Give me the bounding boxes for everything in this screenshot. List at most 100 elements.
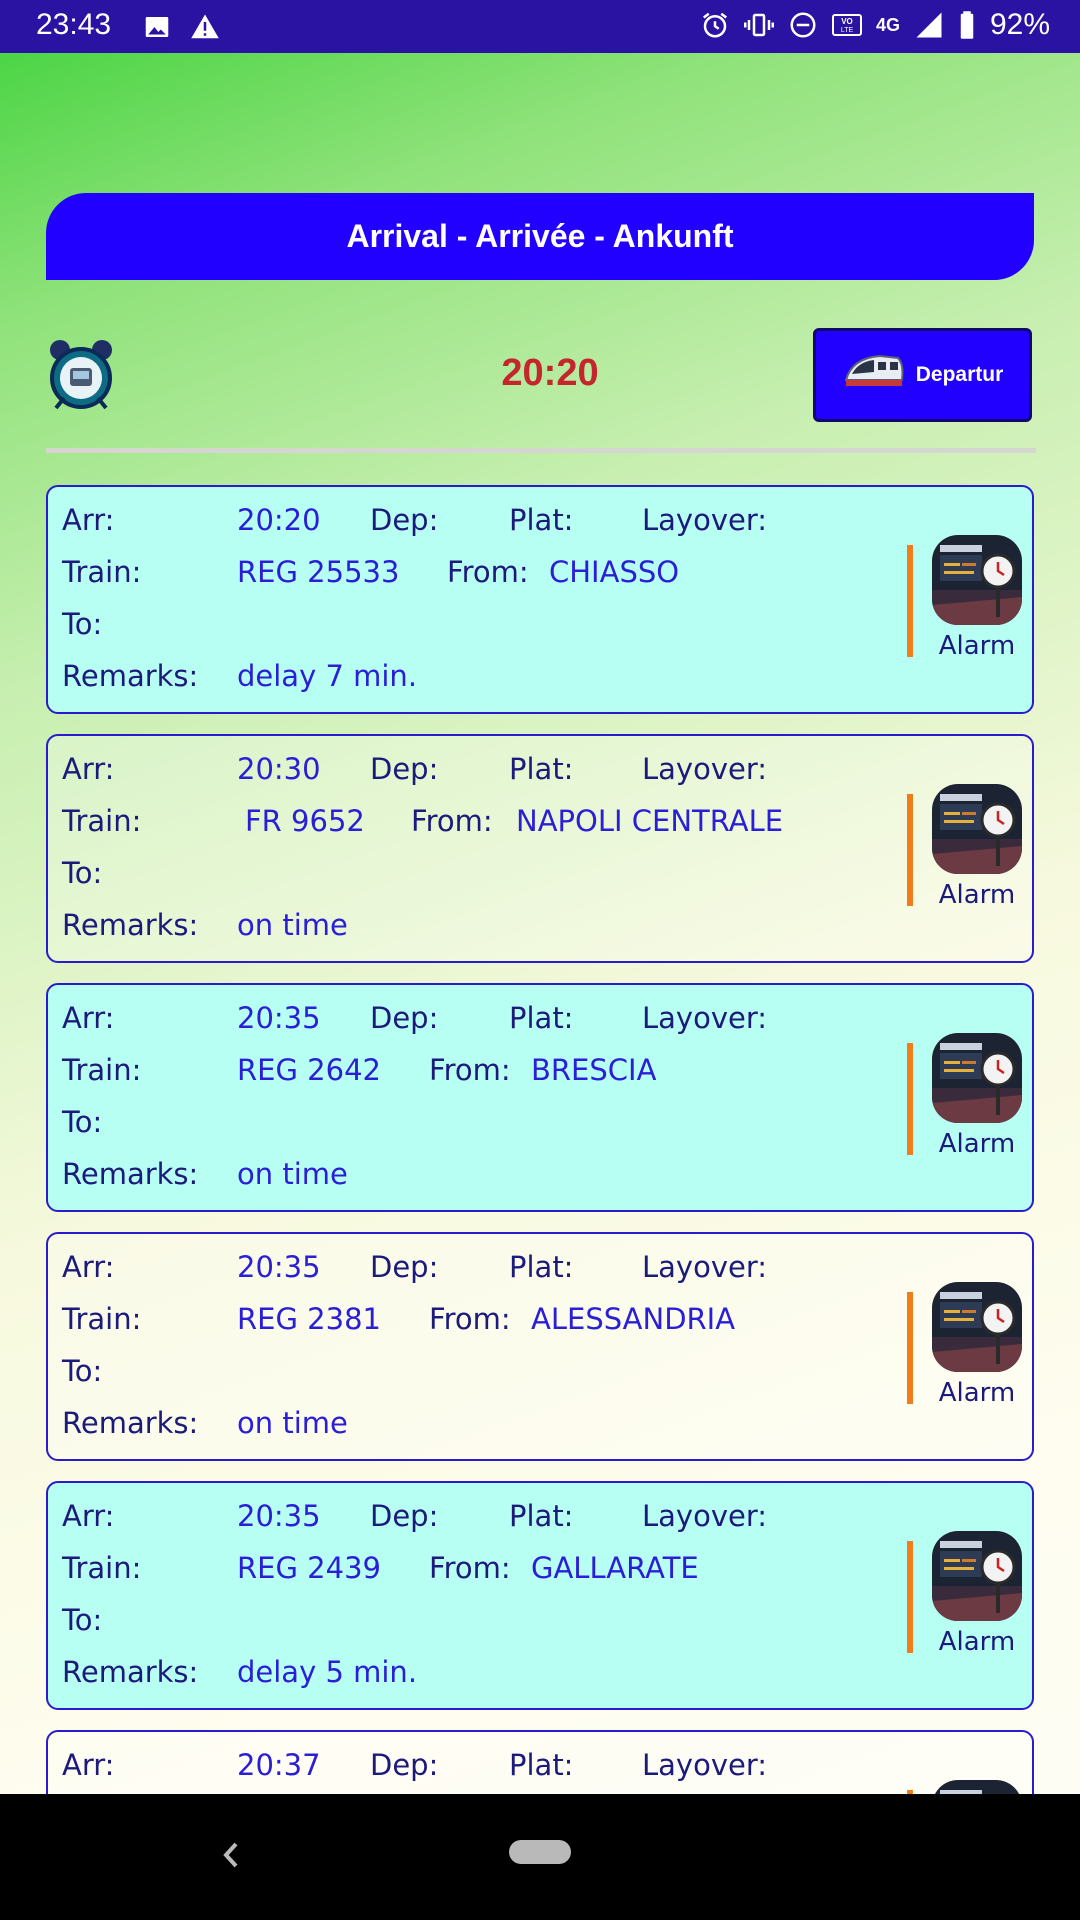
volte-icon: VO LTE: [831, 10, 862, 40]
plat-label: Plat:: [509, 752, 574, 786]
alarm-clock-icon[interactable]: [46, 338, 116, 412]
arrival-card[interactable]: Arr: 20:30 Dep: Plat: Layover: Train: FR 9652 F…: [46, 734, 1034, 963]
train-number: REG 25533: [237, 555, 400, 589]
back-icon[interactable]: [216, 1830, 246, 1880]
accent-bar: [907, 794, 913, 906]
to-label: To:: [62, 856, 103, 890]
train-label: Train:: [62, 804, 142, 838]
to-label: To:: [62, 1105, 103, 1139]
train-number: FR 9652: [245, 804, 365, 838]
from-label: From:: [447, 555, 529, 589]
arrival-card[interactable]: Arr: 20:35 Dep: Plat: Layover: Train: REG 2381…: [46, 1232, 1034, 1461]
home-pill-icon[interactable]: [509, 1840, 571, 1864]
dep-label: Dep:: [370, 752, 439, 786]
remarks-label: Remarks:: [62, 659, 199, 693]
dep-label: Dep:: [370, 1250, 439, 1284]
arr-label: Arr:: [62, 1250, 115, 1284]
svg-text:LTE: LTE: [841, 27, 854, 34]
arrivals-board-icon[interactable]: [932, 1531, 1022, 1621]
remarks-label: Remarks:: [62, 1655, 199, 1689]
svg-text:VO: VO: [841, 17, 853, 26]
arr-time: 20:37: [237, 1748, 321, 1782]
alarm-label[interactable]: Alarm: [932, 631, 1022, 661]
image-icon: [142, 12, 172, 42]
remarks-value: on time: [237, 908, 348, 942]
dep-label: Dep:: [370, 503, 439, 537]
alarm-label[interactable]: Alarm: [932, 880, 1022, 910]
arrivals-board-icon[interactable]: [932, 535, 1022, 625]
layover-label: Layover:: [642, 503, 768, 537]
accent-bar: [907, 1292, 913, 1404]
from-label: From:: [429, 1302, 511, 1336]
arrivals-board-icon[interactable]: [932, 1033, 1022, 1123]
accent-bar: [907, 1043, 913, 1155]
network-4g-icon: 4G: [875, 14, 900, 35]
train-label: Train:: [62, 555, 142, 589]
dep-label: Dep:: [370, 1499, 439, 1533]
arrival-card[interactable]: Arr: 20:35 Dep: Plat: Layover: Train: REG 2439…: [46, 1481, 1034, 1710]
arrivals-list[interactable]: Arr: 20:20 Dep: Plat: Layover: Train: REG 2553…: [46, 485, 1036, 1794]
departures-button-label: Departur: [915, 363, 1004, 386]
train-label: Train:: [62, 1302, 142, 1336]
from-station: NAPOLI CENTRALE: [516, 804, 784, 838]
arr-label: Arr:: [62, 503, 115, 537]
train-label: Train:: [62, 1053, 142, 1087]
alarm-label[interactable]: Alarm: [932, 1627, 1022, 1657]
remarks-label: Remarks:: [62, 1157, 199, 1191]
alarm-label[interactable]: Alarm: [932, 1378, 1022, 1408]
navigation-bar: [0, 1794, 1080, 1920]
arr-label: Arr:: [62, 1001, 115, 1035]
arrivals-board-icon[interactable]: [932, 1780, 1022, 1794]
signal-icon: [914, 10, 944, 40]
to-label: To:: [62, 607, 103, 641]
arrivals-board-icon[interactable]: [932, 784, 1022, 874]
arr-time: 20:35: [237, 1499, 321, 1533]
arrival-card[interactable]: Arr: 20:20 Dep: Plat: Layover: Train: REG 2553…: [46, 485, 1034, 714]
arr-label: Arr:: [62, 1748, 115, 1782]
page-title-banner: Arrival - Arrivée - Ankunft: [46, 193, 1034, 280]
layover-label: Layover:: [642, 1748, 768, 1782]
remarks-value: on time: [237, 1406, 348, 1440]
from-station: ALESSANDRIA: [531, 1302, 736, 1336]
arrival-card[interactable]: Arr:20:37Dep:Plat:Layover:Train:From:To:…: [46, 1730, 1034, 1794]
remarks-value: on time: [237, 1157, 348, 1191]
to-label: To:: [62, 1603, 103, 1637]
arr-label: Arr:: [62, 752, 115, 786]
train-number: REG 2439: [237, 1551, 381, 1585]
divider: [46, 448, 1036, 453]
warning-icon: [190, 12, 220, 42]
remarks-value: delay 7 min.: [237, 659, 418, 693]
arrival-card[interactable]: Arr: 20:35 Dep: Plat: Layover: Train: REG 2642…: [46, 983, 1034, 1212]
dep-label: Dep:: [370, 1001, 439, 1035]
remarks-value: delay 5 min.: [237, 1655, 418, 1689]
plat-label: Plat:: [509, 1001, 574, 1035]
battery-icon: [958, 10, 976, 40]
arr-time: 20:35: [237, 1001, 321, 1035]
alarm-icon: [700, 10, 730, 40]
arr-label: Arr:: [62, 1499, 115, 1533]
plat-label: Plat:: [509, 1499, 574, 1533]
from-station: BRESCIA: [531, 1053, 657, 1087]
departures-button[interactable]: Departur: [813, 328, 1032, 422]
layover-label: Layover:: [642, 752, 768, 786]
arr-time: 20:30: [237, 752, 321, 786]
remarks-label: Remarks:: [62, 908, 199, 942]
train-label: Train:: [62, 1551, 142, 1585]
train-number: REG 2381: [237, 1302, 381, 1336]
from-label: From:: [429, 1053, 511, 1087]
battery-percent: 92%: [989, 8, 1050, 41]
arr-time: 20:35: [237, 1250, 321, 1284]
alarm-label[interactable]: Alarm: [932, 1129, 1022, 1159]
from-station: GALLARATE: [531, 1551, 699, 1585]
remarks-label: Remarks:: [62, 1406, 199, 1440]
plat-label: Plat:: [509, 1748, 574, 1782]
accent-bar: [907, 1541, 913, 1653]
status-bar: 23:43 VO LTE 4G 92%: [0, 0, 1080, 53]
train-icon: [842, 350, 906, 400]
vibrate-icon: [743, 10, 774, 40]
from-label: From:: [411, 804, 493, 838]
dep-label: Dep:: [370, 1748, 439, 1782]
arr-time: 20:20: [237, 503, 321, 537]
from-label: From:: [429, 1551, 511, 1585]
arrivals-board-icon[interactable]: [932, 1282, 1022, 1372]
